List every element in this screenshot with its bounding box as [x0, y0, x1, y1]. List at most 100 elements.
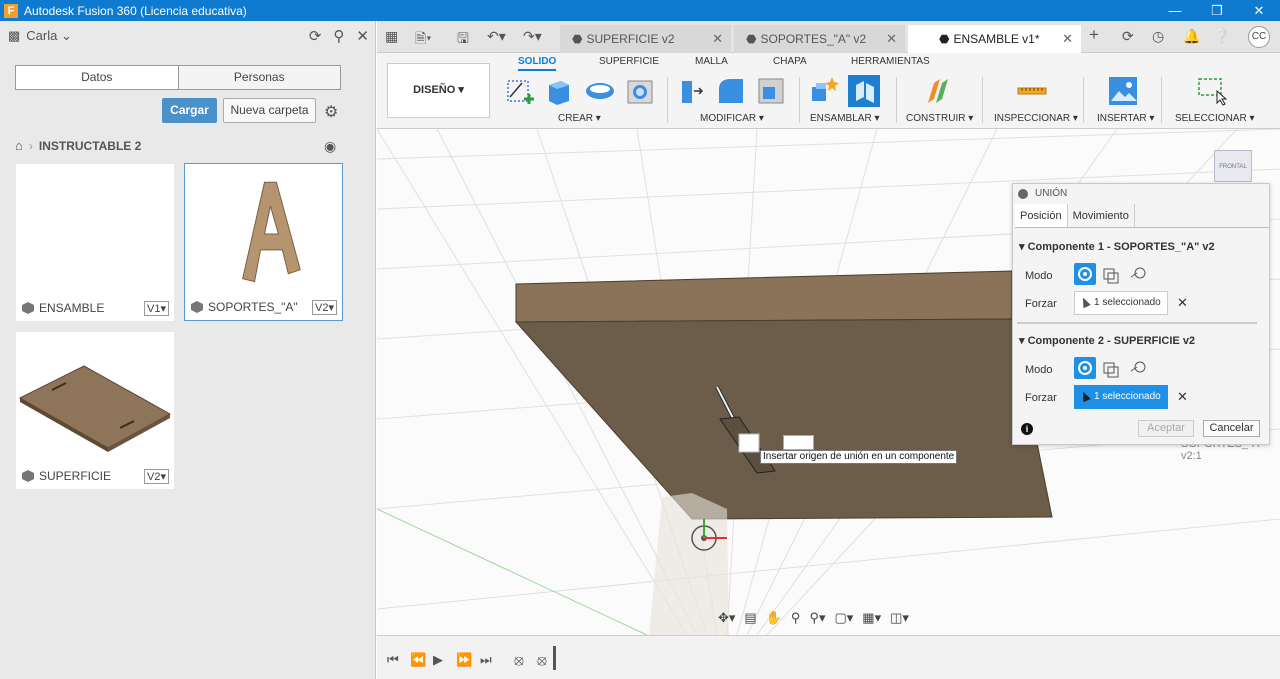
chamfer-icon[interactable] [755, 75, 787, 107]
job-status-icon[interactable]: ◷ [1152, 28, 1164, 45]
clear-selection-icon[interactable]: ✕ [1177, 295, 1188, 311]
joint-origin-icon[interactable] [783, 435, 814, 450]
between-two-faces-icon[interactable] [1100, 357, 1122, 379]
look-at-icon[interactable]: ▤ [744, 610, 756, 626]
display-settings-icon[interactable]: ▢▾ [834, 610, 853, 626]
tab-datos[interactable]: Datos [16, 66, 178, 89]
two-edge-intersection-icon[interactable] [1128, 263, 1150, 285]
simple-mode-icon[interactable] [1074, 263, 1096, 285]
file-card-superficie[interactable]: SUPERFICIE V2▾ [16, 332, 174, 489]
pan-icon[interactable]: ✋ [766, 610, 782, 626]
undo-icon[interactable]: ↶▾ [487, 28, 506, 45]
refresh-icon[interactable]: ⟳ [309, 27, 322, 45]
new-folder-button[interactable]: Nueva carpeta [223, 98, 316, 123]
accept-button[interactable]: Aceptar [1138, 420, 1194, 437]
new-tab-icon[interactable]: + [1089, 25, 1099, 45]
component-1-header[interactable]: ▾ Componente 1 - SOPORTES_"A" v2 [1019, 240, 1215, 253]
version-badge[interactable]: V1▾ [144, 301, 169, 316]
close-icon[interactable]: ✕ [356, 27, 369, 45]
gear-icon[interactable]: ⚙ [324, 102, 338, 122]
close-tab-icon[interactable]: ✕ [712, 31, 723, 47]
select-icon[interactable] [1195, 75, 1227, 107]
redo-icon[interactable]: ↷▾ [523, 28, 542, 45]
joint-feature-icon[interactable]: ⦻ [537, 652, 547, 669]
revolve-icon[interactable] [584, 75, 616, 107]
breadcrumb-folder[interactable]: INSTRUCTABLE 2 [39, 139, 141, 153]
tab-malla[interactable]: MALLA [695, 56, 728, 67]
group-insertar[interactable]: INSERTAR ▾ [1097, 113, 1154, 124]
simple-mode-icon[interactable] [1074, 357, 1096, 379]
minimize-button[interactable]: — [1154, 0, 1196, 21]
cancel-button[interactable]: Cancelar [1203, 420, 1260, 437]
collapse-icon[interactable] [1018, 189, 1028, 199]
viewcube[interactable]: FRONTAL [1214, 150, 1252, 182]
workspace-switcher[interactable]: DISEÑO ▾ [387, 63, 490, 118]
help-icon[interactable]: ❔ [1213, 28, 1230, 45]
orbit-icon[interactable]: ✥▾ [718, 610, 735, 626]
joint-icon[interactable] [848, 75, 880, 107]
tab-soportes[interactable]: ⬣ SOPORTES_"A" v2 ✕ [734, 25, 905, 53]
component-1-selection[interactable]: 1 seleccionado [1074, 291, 1168, 315]
zoom-icon[interactable]: ⚲ [791, 610, 801, 626]
hole-icon[interactable] [624, 75, 656, 107]
timeline-marker[interactable] [553, 646, 556, 670]
version-badge[interactable]: V2▾ [144, 469, 169, 484]
insert-image-icon[interactable] [1107, 75, 1139, 107]
save-icon[interactable]: 🖫 [457, 28, 469, 52]
restore-button[interactable]: ❐ [1196, 0, 1238, 21]
fit-icon[interactable]: ⚲▾ [809, 610, 825, 626]
info-icon[interactable]: i [1021, 423, 1033, 435]
extrude-icon[interactable] [543, 75, 575, 107]
tab-superficie[interactable]: ⬣ SUPERFICIE v2 ✕ [560, 25, 731, 53]
tab-herramientas[interactable]: HERRAMIENTAS [851, 56, 930, 67]
version-badge[interactable]: V2▾ [312, 300, 337, 315]
group-ensamblar[interactable]: ENSAMBLAR ▾ [810, 113, 879, 124]
notifications-icon[interactable]: 🔔 [1183, 28, 1200, 45]
app-grid-icon[interactable]: ▦ [385, 28, 398, 45]
extensions-icon[interactable]: ⟳ [1122, 28, 1134, 45]
close-tab-icon[interactable]: ✕ [1062, 31, 1073, 47]
file-menu-icon[interactable]: 🗎▾ [415, 28, 431, 52]
component-2-selection[interactable]: 1 seleccionado [1074, 385, 1168, 409]
go-to-end-icon[interactable]: ⏭ [480, 652, 492, 668]
avatar[interactable]: CC [1248, 26, 1270, 48]
measure-icon[interactable] [1016, 75, 1048, 107]
home-icon[interactable]: ⌂ [15, 138, 23, 153]
component-2-header[interactable]: ▾ Componente 2 - SUPERFICIE v2 [1019, 334, 1195, 347]
tab-personas[interactable]: Personas [177, 66, 340, 89]
tab-posicion[interactable]: Posición [1015, 204, 1068, 227]
upload-button[interactable]: Cargar [162, 98, 217, 123]
step-back-icon[interactable]: ⏪ [410, 652, 426, 668]
tab-movimiento[interactable]: Movimiento [1068, 204, 1135, 227]
group-construir[interactable]: CONSTRUIR ▾ [906, 113, 973, 124]
close-window-button[interactable]: ✕ [1238, 0, 1280, 21]
offset-plane-icon[interactable] [922, 75, 954, 107]
group-modificar[interactable]: MODIFICAR ▾ [700, 113, 764, 124]
close-tab-icon[interactable]: ✕ [886, 31, 897, 47]
file-card-soportes[interactable]: SOPORTES_"A" V2▾ [184, 163, 343, 321]
tab-solido[interactable]: SOLIDO [518, 56, 557, 71]
press-pull-icon[interactable] [674, 75, 706, 107]
go-to-start-icon[interactable]: ⏮ [387, 652, 399, 668]
new-component-icon[interactable] [808, 75, 840, 107]
between-two-faces-icon[interactable] [1100, 263, 1122, 285]
group-seleccionar[interactable]: SELECCIONAR ▾ [1175, 113, 1254, 124]
tab-ensamble[interactable]: ⬣ ENSAMBLE v1* ✕ [908, 25, 1081, 53]
joint-feature-icon[interactable]: ⦻ [514, 652, 524, 669]
group-inspeccionar[interactable]: INSPECCIONAR ▾ [994, 113, 1078, 124]
search-icon[interactable]: ⚲ [333, 27, 344, 45]
fillet-icon[interactable] [715, 75, 747, 107]
step-forward-icon[interactable]: ⏩ [456, 652, 472, 668]
globe-icon[interactable]: ◉ [324, 138, 336, 155]
viewports-icon[interactable]: ◫▾ [890, 610, 909, 626]
user-dropdown[interactable]: Carla ⌄ [26, 28, 72, 44]
play-icon[interactable]: ▶ [433, 652, 443, 668]
grid-icon[interactable]: ▦▾ [862, 610, 881, 626]
tab-chapa[interactable]: CHAPA [773, 56, 807, 67]
two-edge-intersection-icon[interactable] [1128, 357, 1150, 379]
file-card-ensamble[interactable]: ENSAMBLE V1▾ [16, 164, 174, 321]
tab-superficie-ribbon[interactable]: SUPERFICIE [599, 56, 659, 67]
group-crear[interactable]: CREAR ▾ [558, 113, 601, 124]
create-sketch-icon[interactable] [504, 75, 536, 107]
clear-selection-icon[interactable]: ✕ [1177, 389, 1188, 405]
